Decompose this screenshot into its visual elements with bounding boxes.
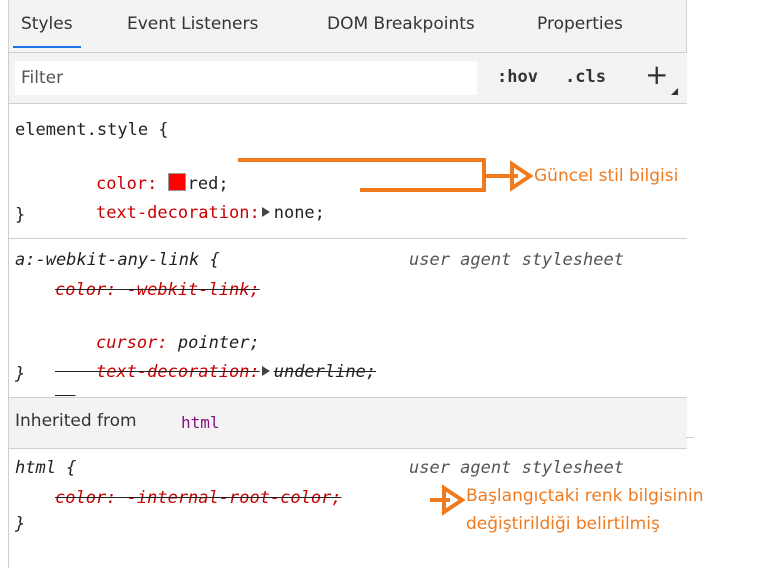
annotation-arrows xyxy=(238,158,534,516)
annotation-overridden-line1: Başlangıçtaki renk bilgisinin xyxy=(466,486,704,506)
annotation-current-style: Güncel stil bilgisi xyxy=(534,166,679,186)
annotation-overridden-line2: değiştirildiği belirtilmiş xyxy=(466,514,660,534)
